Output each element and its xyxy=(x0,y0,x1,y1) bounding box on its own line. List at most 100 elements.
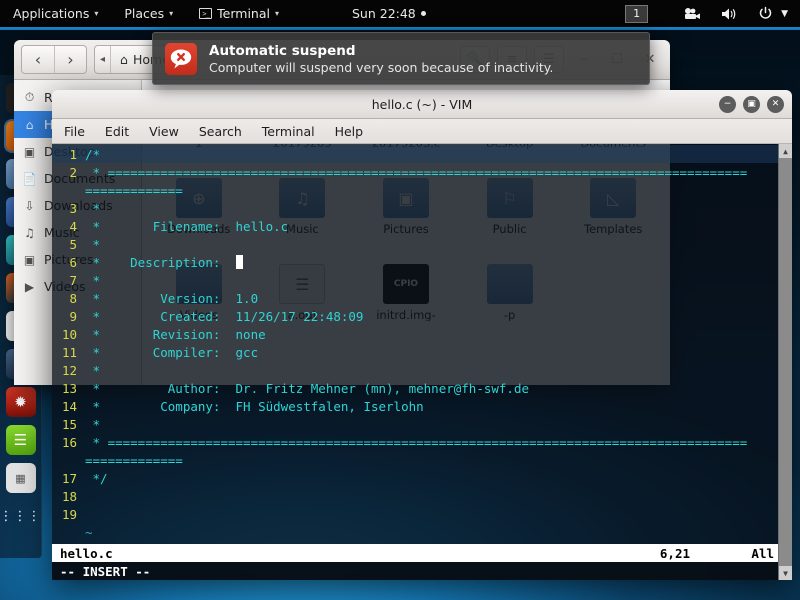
dock-item-flame-app[interactable]: ✹ xyxy=(5,387,36,417)
clock-label: Sun 22:48 xyxy=(351,6,416,21)
line-text: * Revision: none xyxy=(85,326,266,342)
editor-line: 14 * Company: FH Südwestfalen, Iserlohn xyxy=(52,397,778,415)
pictures-icon: ▣ xyxy=(23,252,36,267)
editor-line-empty: ~ xyxy=(52,523,778,541)
line-text: * Description: xyxy=(85,254,236,270)
minimize-button[interactable]: − xyxy=(719,96,736,113)
navigation-buttons: ‹ › xyxy=(21,45,87,74)
dock-item-calculator-app[interactable]: ▦ xyxy=(5,463,36,493)
line-text: * Version: 1.0 xyxy=(85,290,259,306)
line-text: * Company: FH Südwestfalen, Iserlohn xyxy=(85,398,424,414)
editor-line: 18 xyxy=(52,487,778,505)
notification-title: Automatic suspend xyxy=(209,42,356,59)
line-text: * xyxy=(85,272,101,288)
vim-statusline: hello.c 6,21 All xyxy=(52,544,778,562)
line-number: 19 xyxy=(61,506,77,522)
line-number: 1 xyxy=(69,146,77,162)
dock-item-notes-app[interactable]: ☰ xyxy=(5,425,36,455)
menu-item-search[interactable]: Search xyxy=(199,124,242,139)
menu-item-terminal[interactable]: Terminal xyxy=(262,124,315,139)
editor-line: 17 */ xyxy=(52,469,778,487)
clock-icon: ⏱ xyxy=(24,90,35,104)
line-number: 12 xyxy=(61,362,77,378)
editor-line: 3 * xyxy=(52,199,778,217)
chevron-down-icon: ▾ xyxy=(94,9,99,18)
panel-menu-applications[interactable]: Applications ▾ xyxy=(0,0,111,27)
line-text: * xyxy=(85,416,101,432)
scroll-down-arrow[interactable]: ▼ xyxy=(779,566,792,580)
line-number: 11 xyxy=(61,344,77,360)
menu-item-help[interactable]: Help xyxy=(335,124,364,139)
home-icon: ⌂ xyxy=(120,52,128,67)
line-text: /* xyxy=(85,146,101,162)
volume-icon[interactable] xyxy=(711,7,748,21)
dock-item-show-apps[interactable]: ⋮⋮⋮ xyxy=(0,501,41,531)
desktop-icon: ▣ xyxy=(23,144,36,159)
scroll-up-arrow[interactable]: ▲ xyxy=(779,144,792,158)
chevron-down-icon: ▾ xyxy=(274,9,279,18)
panel-tray: 1 ▼ xyxy=(625,4,800,23)
menu-item-edit[interactable]: Edit xyxy=(105,124,129,139)
notification-text: Automatic suspend Computer will suspend … xyxy=(209,43,553,75)
maximize-button[interactable]: ▣ xyxy=(743,96,760,113)
line-text-wrap: ============= xyxy=(85,182,183,198)
line-number-blank xyxy=(52,453,85,468)
downloads-icon: ⇩ xyxy=(24,198,35,213)
statusline-percent: All xyxy=(751,545,774,561)
places-label: Places xyxy=(124,6,165,21)
editor-line: 19 xyxy=(52,505,778,523)
vim-text-buffer[interactable]: 1 /* 2 * ================================… xyxy=(52,144,778,544)
line-number: 2 xyxy=(69,164,77,180)
documents-icon: 📄 xyxy=(22,171,37,186)
line-number: 17 xyxy=(61,470,77,486)
vim-command-line: -- INSERT -- xyxy=(52,562,778,580)
statusline-position: 6,21 xyxy=(659,545,690,561)
line-number: 16 xyxy=(61,434,77,450)
close-button[interactable]: ✕ xyxy=(767,96,784,113)
editor-line: 13 * Author: Dr. Fritz Mehner (mn), mehn… xyxy=(52,379,778,397)
text-cursor xyxy=(235,255,243,269)
panel-clock[interactable]: Sun 22:48 xyxy=(292,6,426,21)
vim-scrollbar[interactable]: ▲ ▼ xyxy=(778,144,792,580)
editor-line: 10 * Revision: none xyxy=(52,325,778,343)
editor-line: 1 /* xyxy=(52,145,778,163)
menu-item-file[interactable]: File xyxy=(64,124,85,139)
vim-menubar: File Edit View Search Terminal Help xyxy=(52,119,792,144)
line-number: 18 xyxy=(61,488,77,504)
editor-line: 16 * ===================================… xyxy=(52,433,778,451)
videos-icon: ▶ xyxy=(24,279,35,294)
menu-item-view[interactable]: View xyxy=(149,124,179,139)
line-number: 7 xyxy=(69,272,77,288)
line-number: 8 xyxy=(69,290,77,306)
camera-icon[interactable] xyxy=(674,7,711,20)
line-number: 3 xyxy=(69,200,77,216)
breadcrumb-prev-button[interactable]: ◂ xyxy=(95,46,110,73)
editor-line: 12 * xyxy=(52,361,778,379)
workspace-indicator[interactable]: 1 xyxy=(625,4,649,23)
line-text: */ xyxy=(85,470,108,486)
power-icon[interactable] xyxy=(748,6,777,21)
editor-line: 4 * Filename: hello.c xyxy=(52,217,778,235)
chevron-down-icon[interactable]: ▼ xyxy=(777,9,792,19)
notification-popup[interactable]: Automatic suspend Computer will suspend … xyxy=(152,32,650,85)
line-number-blank xyxy=(52,183,85,198)
line-text: * Author: Dr. Fritz Mehner (mn), mehner@… xyxy=(85,380,530,396)
panel-menu-places[interactable]: Places ▾ xyxy=(111,0,186,27)
editor-line: 15 * xyxy=(52,415,778,433)
vim-window-controls: − ▣ ✕ xyxy=(719,90,784,119)
editor-line: 7 * xyxy=(52,271,778,289)
panel-menu-terminal[interactable]: >_ Terminal ▾ xyxy=(186,0,292,27)
line-text: * xyxy=(85,362,101,378)
line-number: 14 xyxy=(61,398,77,414)
vim-editor-area[interactable]: 1 /* 2 * ================================… xyxy=(52,144,792,580)
back-button[interactable]: ‹ xyxy=(22,46,54,73)
line-number-blank xyxy=(52,525,85,540)
line-text: * Filename: hello.c xyxy=(85,218,289,234)
home-icon: ⌂ xyxy=(25,117,34,132)
line-text: * Created: 11/26/17 22:48:09 xyxy=(85,308,364,324)
forward-button[interactable]: › xyxy=(54,46,86,73)
suspend-warning-icon xyxy=(165,42,197,75)
vim-terminal-window[interactable]: hello.c (~) - VIM − ▣ ✕ File Edit View S… xyxy=(52,90,792,580)
line-number: 9 xyxy=(69,308,77,324)
notification-dot-icon xyxy=(420,11,426,16)
